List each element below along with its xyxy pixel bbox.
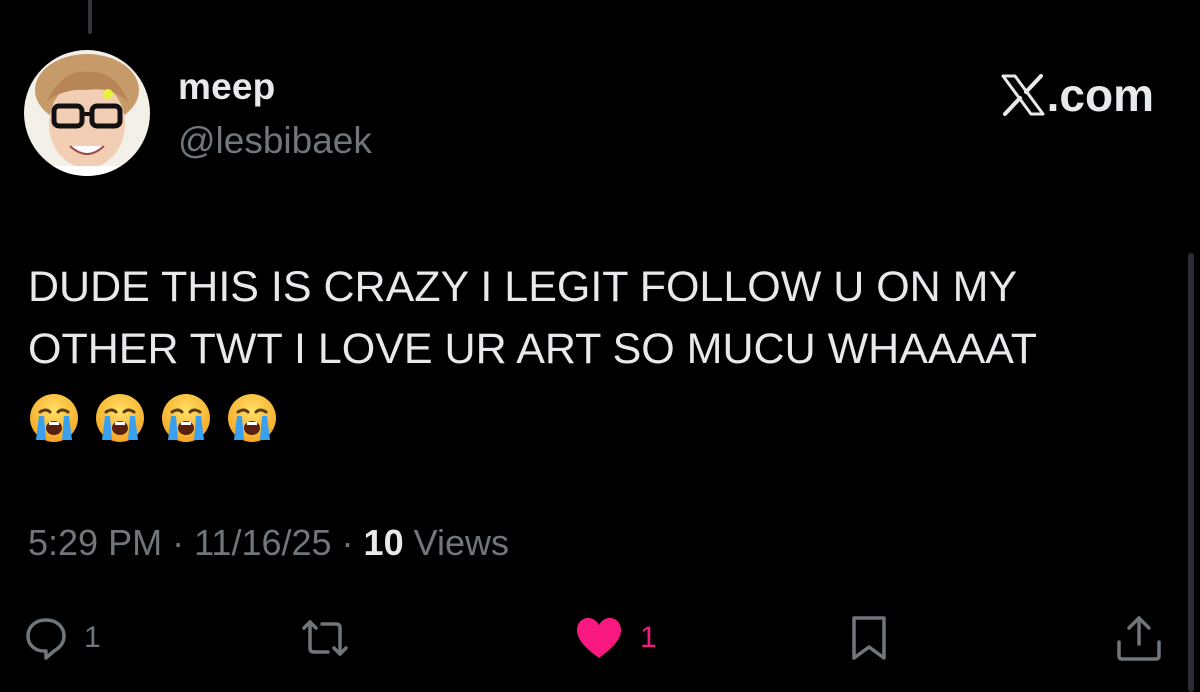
reply-button[interactable]: 1 xyxy=(24,612,101,664)
like-count: 1 xyxy=(640,621,657,654)
views-label: Views xyxy=(413,522,509,563)
tweet-date[interactable]: 11/16/25 xyxy=(194,522,331,563)
share-button[interactable] xyxy=(1114,612,1164,664)
avatar-image xyxy=(24,50,150,176)
display-name[interactable]: meep xyxy=(178,66,275,108)
scrollbar[interactable] xyxy=(1188,253,1194,692)
x-logo-icon xyxy=(1001,74,1045,116)
repost-icon xyxy=(302,620,348,656)
views-count: 10 xyxy=(363,522,404,563)
loudly-crying-face-icon xyxy=(30,394,78,442)
meta-separator: · xyxy=(162,522,195,563)
source-label: .com xyxy=(1046,69,1154,121)
bookmark-button[interactable] xyxy=(848,612,890,664)
share-icon xyxy=(1117,616,1161,661)
loudly-crying-face-icon xyxy=(228,394,276,442)
loudly-crying-face-icon xyxy=(162,394,210,442)
source-link[interactable]: .com xyxy=(1001,68,1154,122)
avatar[interactable] xyxy=(24,50,150,176)
heart-icon xyxy=(577,618,621,658)
bookmark-icon xyxy=(852,616,886,660)
thread-connector-line xyxy=(88,0,92,34)
reply-icon xyxy=(26,618,66,660)
user-handle[interactable]: @lesbibaek xyxy=(178,120,372,162)
repost-button[interactable] xyxy=(298,612,368,664)
tweet-text: DUDE THIS IS CRAZY I LEGIT FOLLOW U ON M… xyxy=(28,263,1038,373)
loudly-crying-face-icon xyxy=(96,394,144,442)
emoji-row xyxy=(28,392,278,444)
tweet-time[interactable]: 5:29 PM xyxy=(28,522,162,563)
reply-count: 1 xyxy=(84,621,101,654)
like-button[interactable]: 1 xyxy=(574,612,657,664)
meta-separator: · xyxy=(331,522,364,563)
tweet-meta: 5:29 PM · 11/16/25 · 10 Views xyxy=(28,522,509,564)
